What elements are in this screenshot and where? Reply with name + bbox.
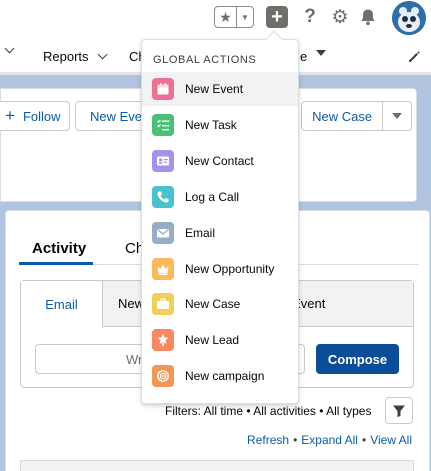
nav-item-partial-2[interactable]: e: [300, 49, 307, 64]
briefcase-icon: [152, 293, 174, 315]
global-actions-button[interactable]: +: [266, 6, 288, 28]
menu-item-label: New Contact: [185, 154, 254, 168]
menu-item-new-case[interactable]: New Case: [142, 287, 298, 321]
new-case-label: New Case: [312, 108, 373, 124]
avatar[interactable]: [392, 1, 426, 35]
link-separator: •: [361, 433, 367, 447]
nav-item-label: e: [300, 49, 308, 64]
menu-item-new-campaign[interactable]: New campaign: [142, 359, 298, 393]
new-event-label: New Event: [90, 108, 144, 124]
menu-item-log-a-call[interactable]: Log a Call: [142, 180, 298, 214]
menu-item-new-opportunity[interactable]: New Opportunity: [142, 252, 298, 286]
nav-overflow-menu[interactable]: [4, 43, 15, 54]
phone-icon: [152, 186, 174, 208]
bell-icon[interactable]: [357, 6, 379, 28]
refresh-link[interactable]: Refresh: [247, 433, 289, 447]
nav-item-dropdown[interactable]: [316, 47, 326, 56]
new-case-button-group: New Case: [301, 101, 412, 131]
nav-item-label: Reports: [43, 49, 89, 64]
calendar-icon: [152, 78, 174, 100]
new-event-button[interactable]: New Event: [75, 101, 145, 131]
menu-item-label: New Case: [185, 297, 241, 311]
caret-down-icon: [392, 113, 403, 119]
contact-icon: [152, 150, 174, 172]
filter-button[interactable]: [385, 397, 413, 424]
caret-down-icon: [316, 50, 326, 56]
menu-item-label: Log a Call: [185, 190, 240, 204]
chevron-down-icon: [4, 43, 15, 54]
star-icon[interactable]: ★: [215, 7, 237, 27]
tab-activity[interactable]: Activity: [32, 240, 86, 257]
gear-icon[interactable]: ⚙: [329, 6, 351, 28]
nav-item-reports[interactable]: Reports: [43, 49, 107, 64]
expand-all-link[interactable]: Expand All: [301, 433, 358, 447]
compose-button[interactable]: Compose: [316, 344, 399, 374]
follow-button[interactable]: + Follow: [0, 101, 70, 131]
plus-icon: +: [5, 106, 15, 125]
favorites-button-group[interactable]: ★ ▼: [214, 6, 254, 28]
menu-item-label: New Opportunity: [185, 262, 275, 276]
menu-item-new-contact[interactable]: New Contact: [142, 144, 298, 178]
chevron-down-icon[interactable]: ▼: [237, 7, 253, 27]
view-all-link[interactable]: View All: [370, 433, 412, 447]
filters-summary: Filters: All time • All activities • All…: [165, 404, 372, 418]
global-header: ★ ▼ + ? ⚙: [0, 0, 431, 37]
chevron-down-icon: [97, 49, 107, 60]
active-tab-indicator: [19, 262, 93, 265]
campaign-icon: [152, 365, 174, 387]
new-case-button[interactable]: New Case: [302, 102, 384, 130]
menu-item-label: New Task: [185, 118, 237, 132]
filter-icon: [393, 405, 405, 417]
pencil-icon[interactable]: [407, 50, 421, 67]
menu-item-new-event[interactable]: New Event: [142, 72, 298, 106]
lead-icon: [152, 329, 174, 351]
menu-item-label: New Lead: [185, 333, 240, 347]
menu-item-label: Email: [185, 226, 216, 240]
menu-heading: GLOBAL ACTIONS: [153, 54, 257, 66]
link-separator: •: [293, 433, 298, 447]
menu-item-email[interactable]: Email: [142, 216, 298, 250]
menu-item-new-lead[interactable]: New Lead: [142, 323, 298, 357]
follow-label: Follow: [22, 108, 61, 124]
activity-links: Refresh • Expand All • View All: [247, 433, 412, 447]
task-icon: [152, 114, 174, 136]
menu-item-new-task[interactable]: New Task: [142, 108, 298, 142]
timeline-header: [20, 460, 414, 471]
write-placeholder: Wr: [126, 351, 143, 367]
help-icon[interactable]: ?: [299, 6, 321, 28]
menu-item-label: New Event: [185, 82, 244, 96]
email-icon: [152, 222, 174, 244]
menu-item-label: New campaign: [185, 369, 265, 383]
crown-icon: [152, 258, 174, 280]
publisher-tab-email[interactable]: Email: [21, 281, 103, 328]
more-actions-button[interactable]: [383, 102, 411, 130]
plus-icon: +: [271, 6, 283, 28]
